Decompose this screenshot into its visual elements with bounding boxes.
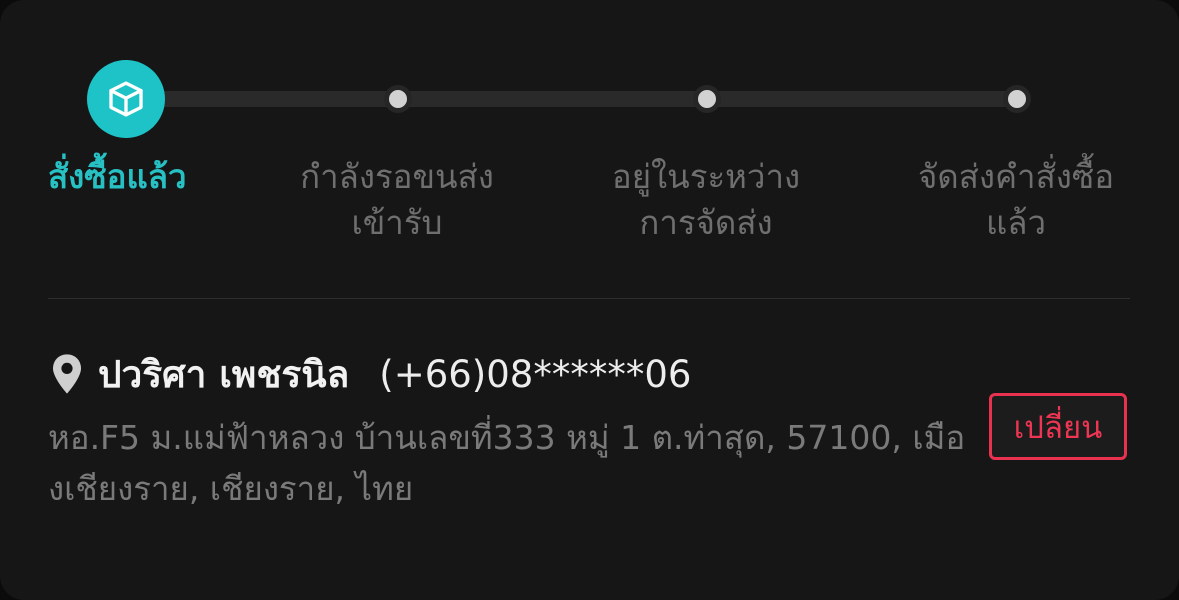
shipping-address: หอ.F5 ม.แม่ฟ้าหลวง บ้านเลขที่333 หมู่ 1 … (48, 418, 966, 508)
step-1-label: สั่งซื้อแล้ว (48, 157, 187, 196)
package-box-icon (109, 81, 143, 117)
order-status-card: สั่งซื้อแล้ว กำลังรอขนส่ง เข้ารับ อยู่ใน… (0, 0, 1179, 600)
step-4-indicator (1003, 85, 1031, 113)
recipient-phone: (+66)08******06 (379, 352, 692, 396)
progress-track (126, 91, 1016, 107)
section-divider (48, 298, 1130, 299)
step-4-label: จัดส่งคำสั่งซื้อ แล้ว (917, 157, 1115, 242)
step-2-label: กำลังรอขนส่ง เข้ารับ (300, 157, 494, 242)
recipient-row: ปวริศา เพชรนิล (+66)08******06 (50, 346, 691, 402)
step-1-active-indicator (87, 60, 165, 138)
step-3-label: อยู่ในระหว่าง การจัดส่ง (611, 157, 801, 242)
change-address-button[interactable]: เปลี่ยน (989, 393, 1127, 460)
step-3-indicator (693, 85, 721, 113)
location-pin-icon (50, 352, 86, 396)
recipient-name: ปวริศา เพชรนิล (98, 352, 350, 396)
step-2-indicator (384, 85, 412, 113)
